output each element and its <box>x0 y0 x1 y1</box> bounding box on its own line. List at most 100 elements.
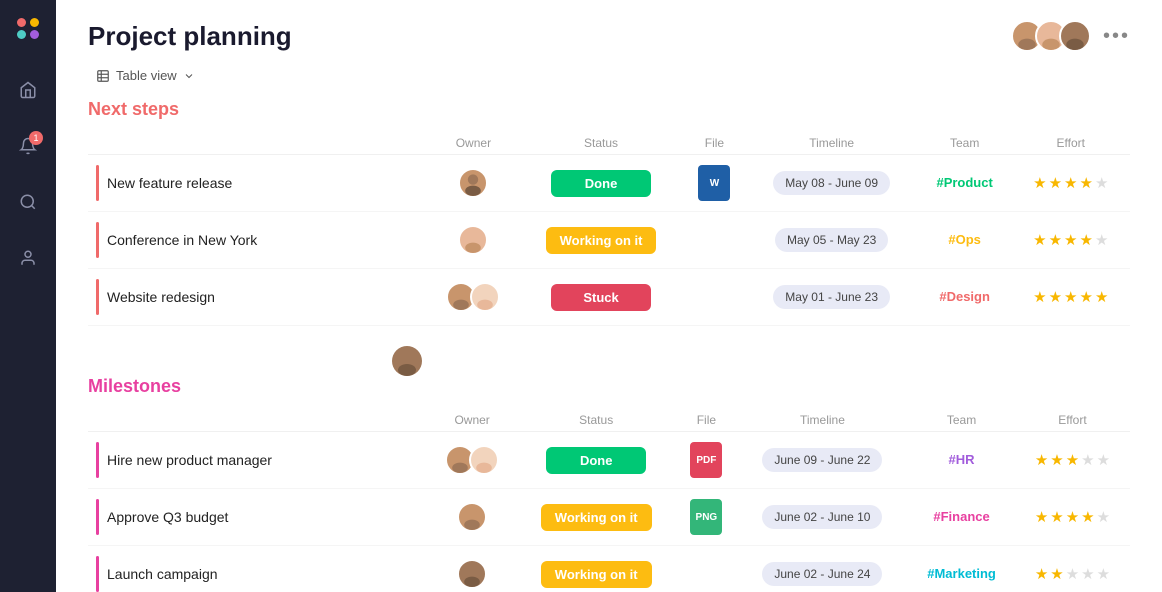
timeline-badge: May 05 - May 23 <box>775 228 888 252</box>
timeline-badge: May 01 - June 23 <box>773 285 890 309</box>
star-3: ★ <box>1066 451 1079 469</box>
timeline-badge: June 02 - June 24 <box>762 562 882 586</box>
effort-cell: ★ ★ ★ ★ ★ <box>1012 212 1130 269</box>
status-cell: Done <box>519 155 684 212</box>
sidebar-search-icon[interactable] <box>10 184 46 220</box>
more-options-button[interactable]: ••• <box>1103 25 1130 48</box>
team-cell: #Marketing <box>908 546 1015 592</box>
avatar <box>469 445 499 475</box>
row-indicator <box>96 499 99 535</box>
row-indicator <box>96 442 99 478</box>
star-1: ★ <box>1035 565 1048 583</box>
status-cell: Working on it <box>516 489 676 546</box>
sidebar-user-icon[interactable] <box>10 240 46 276</box>
task-cell: Launch campaign <box>88 546 428 592</box>
task-cell: Approve Q3 budget <box>88 489 428 546</box>
star-5: ★ <box>1097 565 1110 583</box>
avatar <box>457 502 487 532</box>
effort-stars: ★ ★ ★ ★ ★ <box>1035 508 1110 526</box>
star-5: ★ <box>1095 174 1108 192</box>
sidebar: 1 <box>0 0 56 592</box>
col-effort: Effort <box>1015 409 1130 432</box>
owner-cell <box>428 432 516 489</box>
task-name: Launch campaign <box>107 566 218 582</box>
effort-stars: ★ ★ ★ ★ ★ <box>1033 231 1108 249</box>
avatar <box>458 225 488 255</box>
table-view-button[interactable]: Table view <box>88 64 203 87</box>
status-badge: Working on it <box>541 504 652 531</box>
star-1: ★ <box>1035 451 1048 469</box>
col-owner: Owner <box>428 409 516 432</box>
task-cell: New feature release <box>88 155 428 212</box>
star-4: ★ <box>1081 508 1094 526</box>
col-timeline: Timeline <box>737 409 909 432</box>
file-cell <box>683 212 745 269</box>
milestones-title: Milestones <box>88 376 1130 397</box>
effort-cell: ★ ★ ★ ★ ★ <box>1012 155 1130 212</box>
table-header-row: Owner Status File Timeline Team Effort <box>88 132 1130 155</box>
table-row: Website redesign <box>88 269 1130 326</box>
status-badge: Working on it <box>541 561 652 588</box>
collaborators-avatars <box>1011 20 1091 52</box>
avatar <box>458 168 488 198</box>
timeline-cell: June 02 - June 24 <box>737 546 909 592</box>
next-steps-table: Owner Status File Timeline Team Effort N… <box>88 132 1130 326</box>
star-2: ★ <box>1050 451 1063 469</box>
file-word-icon[interactable]: W <box>698 165 730 201</box>
avatar <box>470 282 500 312</box>
col-owner: Owner <box>428 132 519 155</box>
col-effort: Effort <box>1012 132 1130 155</box>
table-header-row: Owner Status File Timeline Team Effort <box>88 409 1130 432</box>
team-tag: #Product <box>936 175 992 190</box>
sidebar-home-icon[interactable] <box>10 72 46 108</box>
star-1: ★ <box>1033 288 1046 306</box>
file-cell <box>683 269 745 326</box>
avatar <box>457 559 487 589</box>
status-badge: Working on it <box>546 227 657 254</box>
star-2: ★ <box>1050 565 1063 583</box>
star-4: ★ <box>1080 231 1093 249</box>
file-pdf-icon[interactable]: PDF <box>690 442 722 478</box>
file-cell <box>676 546 737 592</box>
effort-stars: ★ ★ ★ ★ ★ <box>1033 174 1108 192</box>
avatar <box>392 346 422 376</box>
file-png-icon[interactable]: PNG <box>690 499 722 535</box>
row-indicator <box>96 165 99 201</box>
star-3: ★ <box>1066 565 1079 583</box>
star-1: ★ <box>1033 231 1046 249</box>
logo-dot-yellow <box>30 18 39 27</box>
effort-stars: ★ ★ ★ ★ ★ <box>1035 565 1110 583</box>
effort-cell: ★ ★ ★ ★ ★ <box>1015 546 1130 592</box>
next-steps-section: Next steps Owner Status File Timeline Te… <box>56 99 1162 342</box>
col-task <box>88 132 428 155</box>
effort-cell: ★ ★ ★ ★ ★ <box>1012 269 1130 326</box>
star-4: ★ <box>1081 565 1094 583</box>
table-icon <box>96 69 110 83</box>
page-title: Project planning <box>88 21 292 52</box>
col-file: File <box>683 132 745 155</box>
team-tag: #Design <box>939 289 990 304</box>
timeline-badge: June 02 - June 10 <box>762 505 882 529</box>
col-file: File <box>676 409 737 432</box>
star-4: ★ <box>1081 451 1094 469</box>
milestones-table: Owner Status File Timeline Team Effort H… <box>88 409 1130 592</box>
table-row: Conference in New York Working on it <box>88 212 1130 269</box>
owner-cell <box>428 489 516 546</box>
star-5: ★ <box>1095 231 1108 249</box>
effort-stars: ★ ★ ★ ★ ★ <box>1033 288 1108 306</box>
star-3: ★ <box>1064 174 1077 192</box>
star-3: ★ <box>1064 231 1077 249</box>
status-cell: Working on it <box>516 546 676 592</box>
status-cell: Done <box>516 432 676 489</box>
task-name: New feature release <box>107 175 232 191</box>
row-indicator <box>96 222 99 258</box>
sidebar-notification-icon[interactable]: 1 <box>10 128 46 164</box>
table-row: Hire new product manager <box>88 432 1130 489</box>
team-cell: #HR <box>908 432 1015 489</box>
table-row: Launch campaign Working on it <box>88 546 1130 592</box>
star-4: ★ <box>1080 288 1093 306</box>
team-cell: #Product <box>918 155 1012 212</box>
status-badge: Stuck <box>551 284 651 311</box>
table-view-label: Table view <box>116 68 177 83</box>
task-cell: Hire new product manager <box>88 432 428 489</box>
